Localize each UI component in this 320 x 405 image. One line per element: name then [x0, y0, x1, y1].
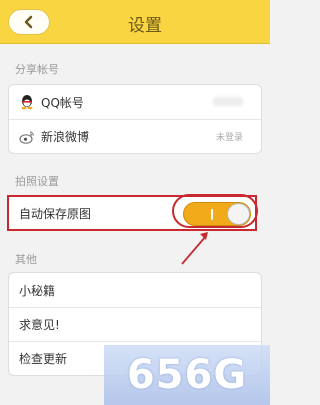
- share-item-label: QQ帐号: [41, 95, 84, 110]
- share-item-weibo[interactable]: 新浪微博 未登录: [9, 119, 261, 153]
- other-item-label: 求意见!: [19, 318, 60, 332]
- share-accounts-card: QQ帐号 新浪微博 未登录: [8, 84, 262, 154]
- other-item-tips[interactable]: 小秘籍: [9, 273, 261, 307]
- other-item-label: 检查更新: [19, 352, 68, 366]
- redacted-account: [213, 97, 243, 106]
- auto-save-label: 自动保存原图: [19, 206, 92, 221]
- annotation-arrow-icon: [181, 232, 208, 265]
- weibo-icon: [19, 129, 35, 145]
- other-item-label: 小秘籍: [19, 283, 56, 298]
- section-label-other: 其他: [15, 253, 37, 266]
- section-label-share: 分享帐号: [15, 63, 59, 76]
- page-title: 设置: [128, 16, 162, 36]
- section-label-camera: 拍照设置: [15, 175, 59, 188]
- watermark-logo: 656G: [104, 345, 270, 405]
- share-item-qq[interactable]: QQ帐号: [9, 85, 261, 119]
- top-bar: 设置: [0, 0, 270, 44]
- qq-icon: [19, 94, 35, 110]
- other-item-feedback[interactable]: 求意见!: [9, 307, 261, 341]
- share-item-label: 新浪微博: [41, 130, 90, 144]
- login-status: 未登录: [215, 133, 243, 143]
